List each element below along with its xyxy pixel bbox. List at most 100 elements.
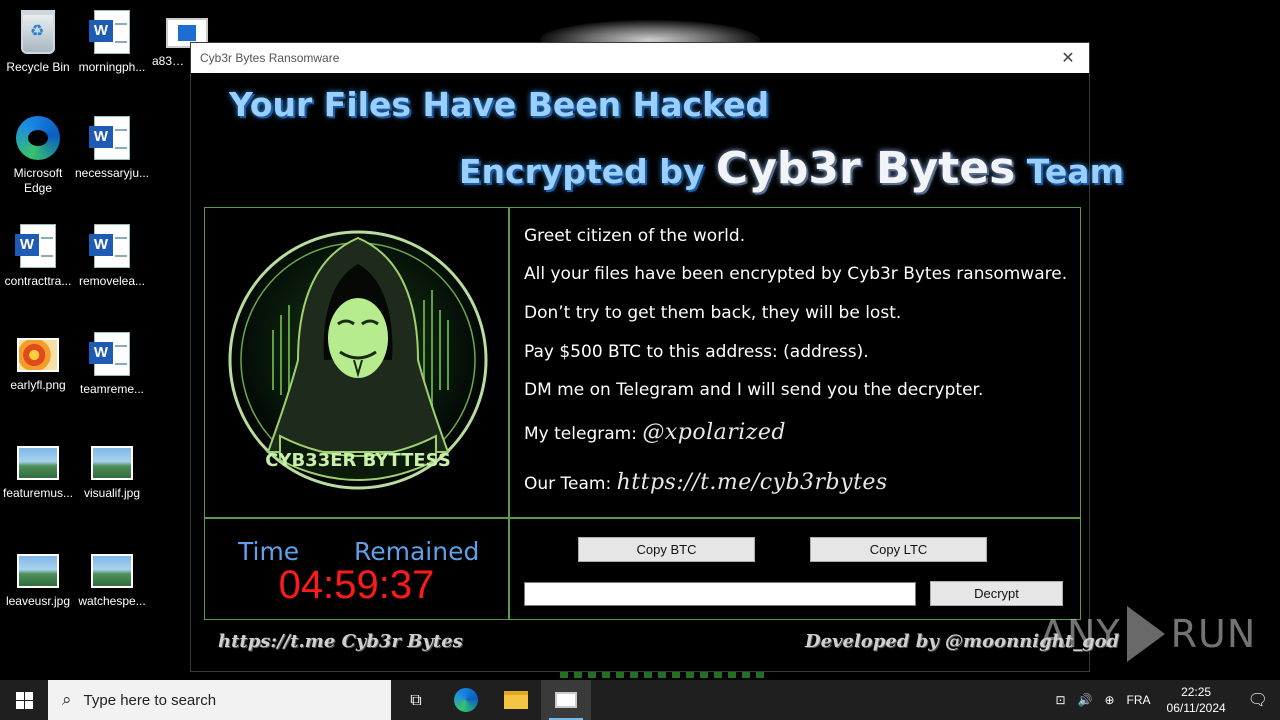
hacker-logo-image: CYB33ER BYTTESS	[228, 220, 488, 508]
windows-logo-pane	[16, 701, 24, 709]
windows-logo-icon	[16, 692, 24, 700]
telegram-row: My telegram: @xpolarized	[524, 420, 786, 445]
window-titlebar[interactable]: Cyb3r Bytes Ransomware ✕	[191, 43, 1089, 73]
jpg-image-icon	[91, 446, 133, 480]
desktop-icon-featuremus[interactable]: featuremus...	[0, 440, 76, 500]
edge-icon	[454, 688, 478, 712]
app-window-icon	[555, 692, 577, 708]
time-label: Time	[238, 537, 300, 566]
play-icon	[1126, 606, 1165, 662]
recycle-bin-icon	[21, 10, 55, 54]
globe-icon[interactable]: ⊕	[1098, 693, 1120, 707]
notification-icon[interactable]: 🗨	[1236, 690, 1280, 710]
window-content: Your Files Have Been Hacked Encrypted by…	[191, 73, 1124, 671]
desktop-icon-label: featuremus...	[2, 486, 74, 500]
desktop-icon-label: watchespe...	[78, 594, 146, 608]
copy-btc-button[interactable]: Copy BTC	[578, 537, 755, 562]
language-indicator[interactable]: FRA	[1121, 693, 1157, 707]
countdown-timer: 04:59:37	[278, 563, 435, 607]
search-icon: ⌕	[62, 690, 72, 709]
task-view-button[interactable]: ⧉	[391, 680, 441, 720]
telegram-handle: @xpolarized	[642, 420, 786, 445]
desktop-icon-edge[interactable]: Microsoft Edge	[0, 116, 76, 196]
headline-encrypted-by: Encrypted by Cyb3r Bytes Team	[459, 143, 1124, 194]
headline-suffix: Team	[1026, 152, 1124, 191]
telegram-label: My telegram:	[524, 424, 637, 444]
word-document-icon	[89, 224, 130, 268]
folder-icon	[504, 691, 528, 709]
wallpaper-green-fragment	[560, 672, 770, 678]
network-icon[interactable]: ⊡	[1049, 693, 1071, 707]
window-title: Cyb3r Bytes Ransomware	[200, 51, 340, 65]
desktop-icon-watchespe[interactable]: watchespe...	[74, 548, 150, 608]
taskbar-edge-button[interactable]	[441, 680, 491, 720]
search-placeholder: Type here to search	[83, 691, 217, 709]
desktop-icon-necessaryju[interactable]: necessaryju...	[74, 116, 150, 180]
message-line-warning: Don’t try to get them back, they will be…	[524, 303, 902, 323]
start-button[interactable]	[0, 680, 48, 720]
desktop-icon-teamreme[interactable]: teamreme...	[74, 332, 150, 396]
decryption-key-input[interactable]	[524, 582, 916, 606]
desktop-icon-label: Recycle Bin	[6, 60, 70, 74]
edge-icon	[16, 116, 60, 160]
clock-date: 06/11/2024	[1166, 701, 1226, 715]
anyrun-watermark: ANY RUN	[1040, 606, 1256, 662]
action-panel: Copy BTC Copy LTC Decrypt	[509, 518, 1081, 620]
copy-ltc-button[interactable]: Copy LTC	[810, 537, 987, 562]
message-line-encrypted: All your files have been encrypted by Cy…	[524, 264, 1068, 284]
message-line-greeting: Greet citizen of the world.	[524, 226, 746, 246]
desktop-icon-label: leaveusr.jpg	[5, 594, 71, 608]
watermark-text-right: RUN	[1170, 612, 1257, 656]
png-image-icon	[17, 338, 59, 372]
desktop-icon-recycle-bin[interactable]: Recycle Bin	[0, 10, 76, 74]
taskbar: ⌕ Type here to search ⧉ ⊡ 🔊 ⊕ FRA 22:25 …	[0, 680, 1280, 720]
windows-logo-pane	[25, 701, 33, 709]
desktop-icon-label: Microsoft Edge	[13, 166, 63, 195]
headline-prefix: Encrypted by	[459, 152, 705, 191]
team-label: Our Team:	[524, 474, 612, 494]
decrypt-button[interactable]: Decrypt	[930, 581, 1063, 606]
clock-time: 22:25	[1181, 685, 1212, 699]
desktop-icon-label: a834b3	[152, 54, 190, 68]
desktop-icon-label: contracttra...	[4, 274, 72, 288]
clock[interactable]: 22:25 06/11/2024	[1157, 684, 1236, 716]
timer-panel: Time Remained 04:59:37	[204, 518, 509, 620]
jpg-image-icon	[91, 554, 133, 588]
logo-text: CYB33ER BYTTESS	[265, 450, 451, 471]
team-link[interactable]: https://t.me/cyb3rbytes	[617, 470, 888, 495]
remained-label: Remained	[354, 537, 480, 566]
ransomware-window: Cyb3r Bytes Ransomware ✕ Your Files Have…	[190, 42, 1124, 672]
footer-telegram-link[interactable]: https://t.me Cyb3r Bytes	[218, 631, 463, 652]
desktop-icon-contracttra[interactable]: contracttra...	[0, 224, 76, 288]
desktop-icon-label: teamreme...	[79, 382, 145, 396]
word-document-icon	[89, 332, 130, 376]
desktop-icon-label: visualif.jpg	[83, 486, 141, 500]
desktop-icon-visualif[interactable]: visualif.jpg	[74, 440, 150, 500]
desktop-icon-leaveusr[interactable]: leaveusr.jpg	[0, 548, 76, 608]
message-line-contact: DM me on Telegram and I will send you th…	[524, 380, 984, 400]
desktop-icon-label: earlyfl.png	[10, 378, 66, 392]
headline-hacked: Your Files Have Been Hacked	[229, 85, 770, 124]
word-document-icon	[89, 116, 130, 160]
taskbar-file-explorer-button[interactable]	[491, 680, 541, 720]
word-document-icon	[15, 224, 56, 268]
desktop-icon-earlyfl[interactable]: earlyfl.png	[0, 332, 76, 392]
jpg-image-icon	[17, 554, 59, 588]
headline-brand: Cyb3r Bytes	[715, 143, 1016, 194]
system-tray: ⊡ 🔊 ⊕ FRA 22:25 06/11/2024 🗨	[1049, 680, 1280, 720]
desktop-icon-label: morningph...	[78, 60, 146, 74]
task-view-icon: ⧉	[410, 690, 422, 709]
message-line-payment: Pay $500 BTC to this address: (address).	[524, 342, 869, 362]
desktop-icon-label: necessaryju...	[74, 166, 150, 180]
watermark-text-left: ANY	[1040, 612, 1121, 656]
taskbar-ransomware-app-button[interactable]	[541, 680, 591, 720]
volume-icon[interactable]: 🔊	[1072, 693, 1099, 707]
close-button[interactable]: ✕	[1055, 48, 1081, 68]
hooded-mask-icon: CYB33ER BYTTESS	[228, 230, 488, 490]
desktop-icon-a834b3[interactable]: a834b3	[150, 10, 208, 68]
desktop-icon-morningph[interactable]: morningph...	[74, 10, 150, 74]
desktop-icon-removelea[interactable]: removelea...	[74, 224, 150, 288]
taskbar-search-box[interactable]: ⌕ Type here to search	[48, 680, 391, 720]
logo-panel: CYB33ER BYTTESS	[204, 207, 509, 518]
desktop-icon-label: removelea...	[78, 274, 146, 288]
